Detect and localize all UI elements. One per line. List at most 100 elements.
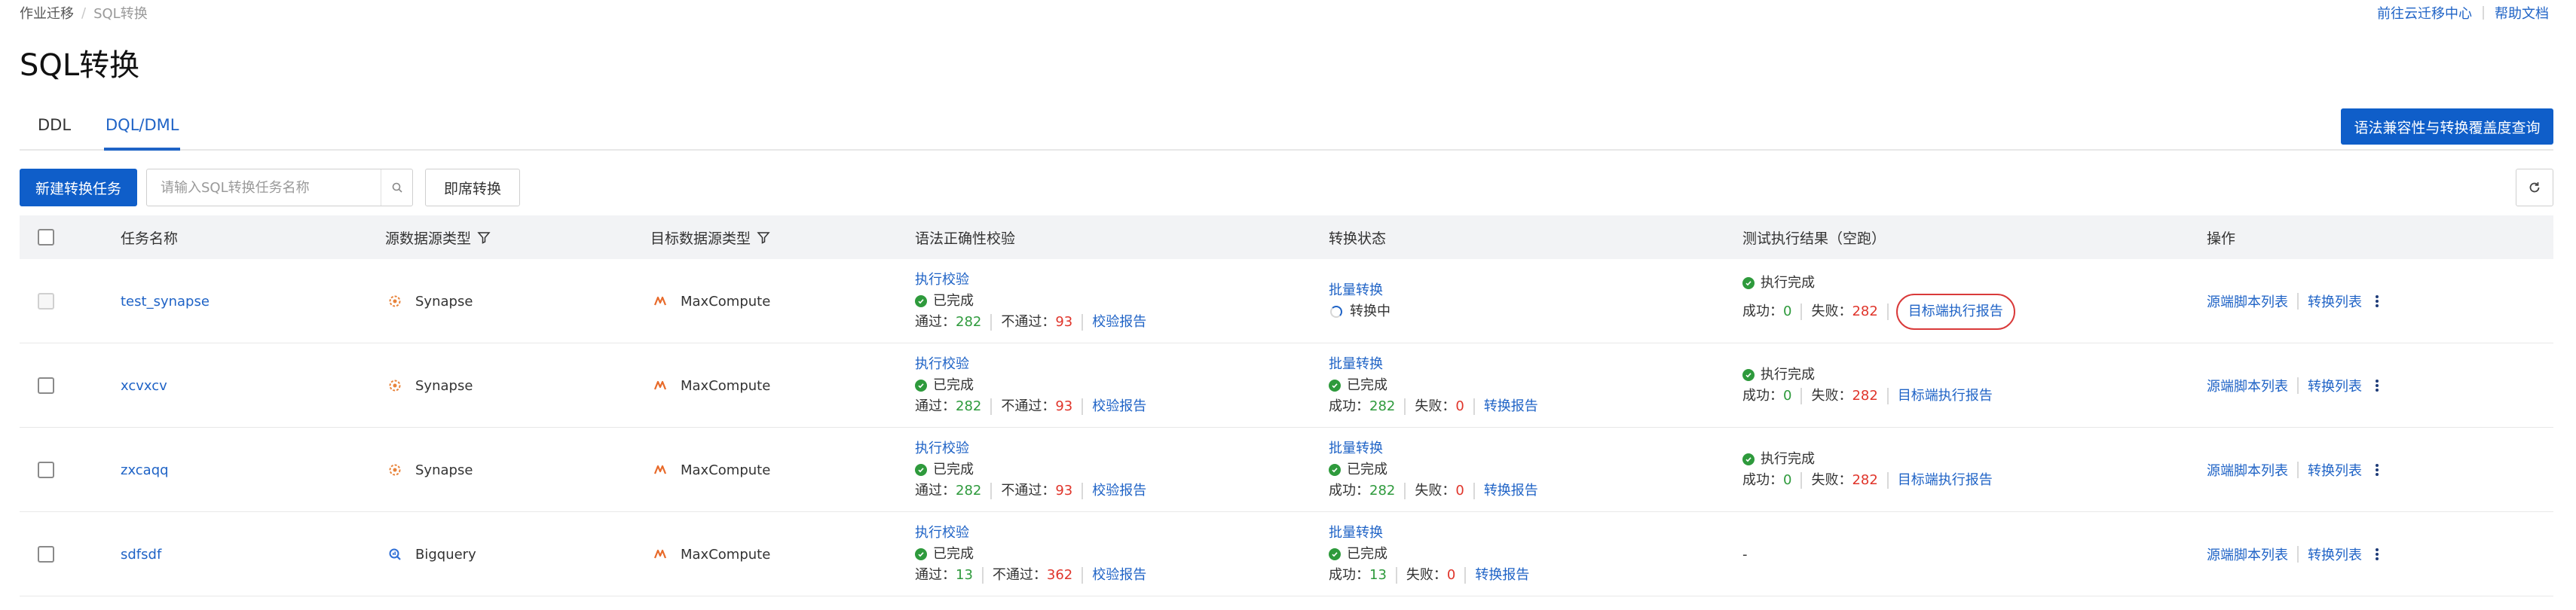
status-text: 已完成 [1347, 546, 1387, 562]
status-text: 已完成 [933, 546, 974, 562]
filter-icon[interactable] [757, 230, 770, 244]
divider [990, 483, 993, 499]
convert-status: 转换中 [1329, 301, 1390, 322]
help-link[interactable]: 帮助文档 [2495, 3, 2549, 23]
actions-cell: 源端脚本列表 转换列表 [2207, 259, 2379, 343]
target-type-cell: MaxCompute [653, 512, 770, 596]
run-check-link[interactable]: 执行校验 [915, 438, 969, 459]
search-box [146, 169, 413, 206]
source-type-cell: Synapse [388, 259, 473, 343]
run-check-link[interactable]: 执行校验 [915, 354, 969, 375]
divider [2297, 462, 2299, 478]
convert-status-cell: 批量转换 已完成 成功： 13 失败： 0 转换报告 [1329, 512, 1529, 596]
more-icon[interactable] [2376, 294, 2379, 308]
col-actions: 操作 [2207, 230, 2236, 247]
convert-report-link[interactable]: 转换报告 [1475, 565, 1529, 586]
task-name-link[interactable]: zxcaqq [121, 462, 169, 478]
batch-convert-link[interactable]: 批量转换 [1329, 438, 1383, 459]
divider [981, 567, 984, 584]
task-name-link[interactable]: sdfsdf [121, 547, 161, 563]
filter-icon[interactable] [477, 230, 491, 244]
row-checkbox-cell [38, 512, 54, 596]
tab-dql-dml[interactable]: DQL/DML [104, 116, 181, 151]
empty-result: - [1742, 546, 1748, 563]
maxcompute-icon [653, 380, 667, 390]
failed-count: 362 [1046, 567, 1073, 583]
convert-list-link[interactable]: 转换列表 [2308, 460, 2362, 480]
check-report-link[interactable]: 校验报告 [1092, 480, 1146, 502]
run-check-link[interactable]: 执行校验 [915, 270, 969, 291]
actions-cell: 源端脚本列表 转换列表 [2207, 428, 2379, 512]
col-target-type: 目标数据源类型 [650, 215, 770, 259]
batch-convert-link[interactable]: 批量转换 [1329, 354, 1383, 375]
target-type-label: MaxCompute [681, 462, 771, 478]
failed-count: 0 [1455, 483, 1464, 499]
top-links: 前往云迁移中心 帮助文档 [2377, 3, 2549, 23]
divider [1081, 398, 1084, 415]
maxcompute-icon [653, 465, 667, 474]
target-exec-report-link[interactable]: 目标端执行报告 [1898, 386, 1993, 407]
tab-ddl[interactable]: DDL [38, 116, 71, 148]
check-report-link[interactable]: 校验报告 [1092, 312, 1146, 333]
breadcrumb-parent[interactable]: 作业迁移 [20, 3, 74, 23]
target-exec-report-link[interactable]: 目标端执行报告 [1895, 294, 2015, 330]
col-source-type-label: 源数据源类型 [385, 230, 472, 247]
select-all-checkbox[interactable] [38, 229, 54, 246]
divider [1395, 567, 1397, 584]
row-checkbox[interactable] [38, 462, 54, 478]
check-report-link[interactable]: 校验报告 [1092, 565, 1146, 586]
source-scripts-link[interactable]: 源端脚本列表 [2207, 460, 2288, 480]
convert-report-link[interactable]: 转换报告 [1484, 396, 1538, 417]
target-exec-report-link[interactable]: 目标端执行报告 [1898, 470, 1993, 491]
status-text: 已完成 [1347, 462, 1387, 477]
refresh-button[interactable] [2516, 169, 2553, 206]
maxcompute-icon [653, 549, 667, 559]
divider [1081, 314, 1084, 331]
convert-list-link[interactable]: 转换列表 [2308, 376, 2362, 395]
status-text: 已完成 [933, 377, 974, 393]
task-name-link[interactable]: test_synapse [121, 294, 210, 310]
batch-convert-link[interactable]: 批量转换 [1329, 523, 1383, 544]
row-checkbox[interactable] [38, 546, 54, 563]
task-name-link[interactable]: xcvxcv [121, 378, 167, 394]
divider [1464, 567, 1467, 584]
divider [1886, 472, 1889, 489]
convert-list-link[interactable]: 转换列表 [2308, 291, 2362, 311]
success-count: 0 [1783, 472, 1792, 488]
syntax-check-cell: 执行校验 已完成 通过： 13 不通过： 362 校验报告 [915, 512, 1146, 596]
source-scripts-link[interactable]: 源端脚本列表 [2207, 291, 2288, 311]
batch-convert-link[interactable]: 批量转换 [1329, 280, 1383, 301]
convert-status-cell: 批量转换 转换中 [1329, 259, 1390, 343]
run-check-link[interactable]: 执行校验 [915, 523, 969, 544]
more-icon[interactable] [2376, 463, 2379, 477]
source-scripts-link[interactable]: 源端脚本列表 [2207, 376, 2288, 395]
search-input[interactable] [147, 169, 381, 206]
migration-center-link[interactable]: 前往云迁移中心 [2377, 3, 2472, 23]
test-counts: 成功： 0 失败： 282 目标端执行报告 [1742, 386, 1993, 407]
status-text: 转换中 [1350, 303, 1390, 319]
passed-label: 通过： [915, 314, 956, 330]
status-text: 执行完成 [1761, 451, 1815, 467]
col-test-result: 测试执行结果（空跑） [1742, 230, 1886, 247]
syntax-check-cell: 执行校验 已完成 通过： 282 不通过： 93 校验报告 [915, 259, 1146, 343]
instant-convert-button[interactable]: 即席转换 [425, 169, 520, 206]
row-checkbox[interactable] [38, 377, 54, 394]
new-task-button[interactable]: 新建转换任务 [20, 169, 137, 206]
convert-status: 已完成 [1329, 544, 1387, 565]
check-circle-icon [915, 548, 927, 560]
loading-spinner-icon [1330, 306, 1342, 318]
test-counts: 成功： 0 失败： 282 目标端执行报告 [1742, 470, 1993, 491]
check-counts: 通过： 282 不通过： 93 校验报告 [915, 312, 1146, 333]
convert-report-link[interactable]: 转换报告 [1484, 480, 1538, 502]
compat-query-button[interactable]: 语法兼容性与转换覆盖度查询 [2341, 108, 2553, 145]
source-scripts-link[interactable]: 源端脚本列表 [2207, 544, 2288, 564]
check-counts: 通过： 282 不通过： 93 校验报告 [915, 480, 1146, 502]
search-button[interactable] [381, 169, 412, 206]
more-icon[interactable] [2376, 379, 2379, 392]
actions-cell: 源端脚本列表 转换列表 [2207, 343, 2379, 428]
convert-list-link[interactable]: 转换列表 [2308, 544, 2362, 564]
check-report-link[interactable]: 校验报告 [1092, 396, 1146, 417]
divider [1404, 398, 1406, 415]
more-icon[interactable] [2376, 547, 2379, 561]
table-row: test_synapse Synapse MaxCompute 执行校验 已完成… [20, 259, 2553, 343]
